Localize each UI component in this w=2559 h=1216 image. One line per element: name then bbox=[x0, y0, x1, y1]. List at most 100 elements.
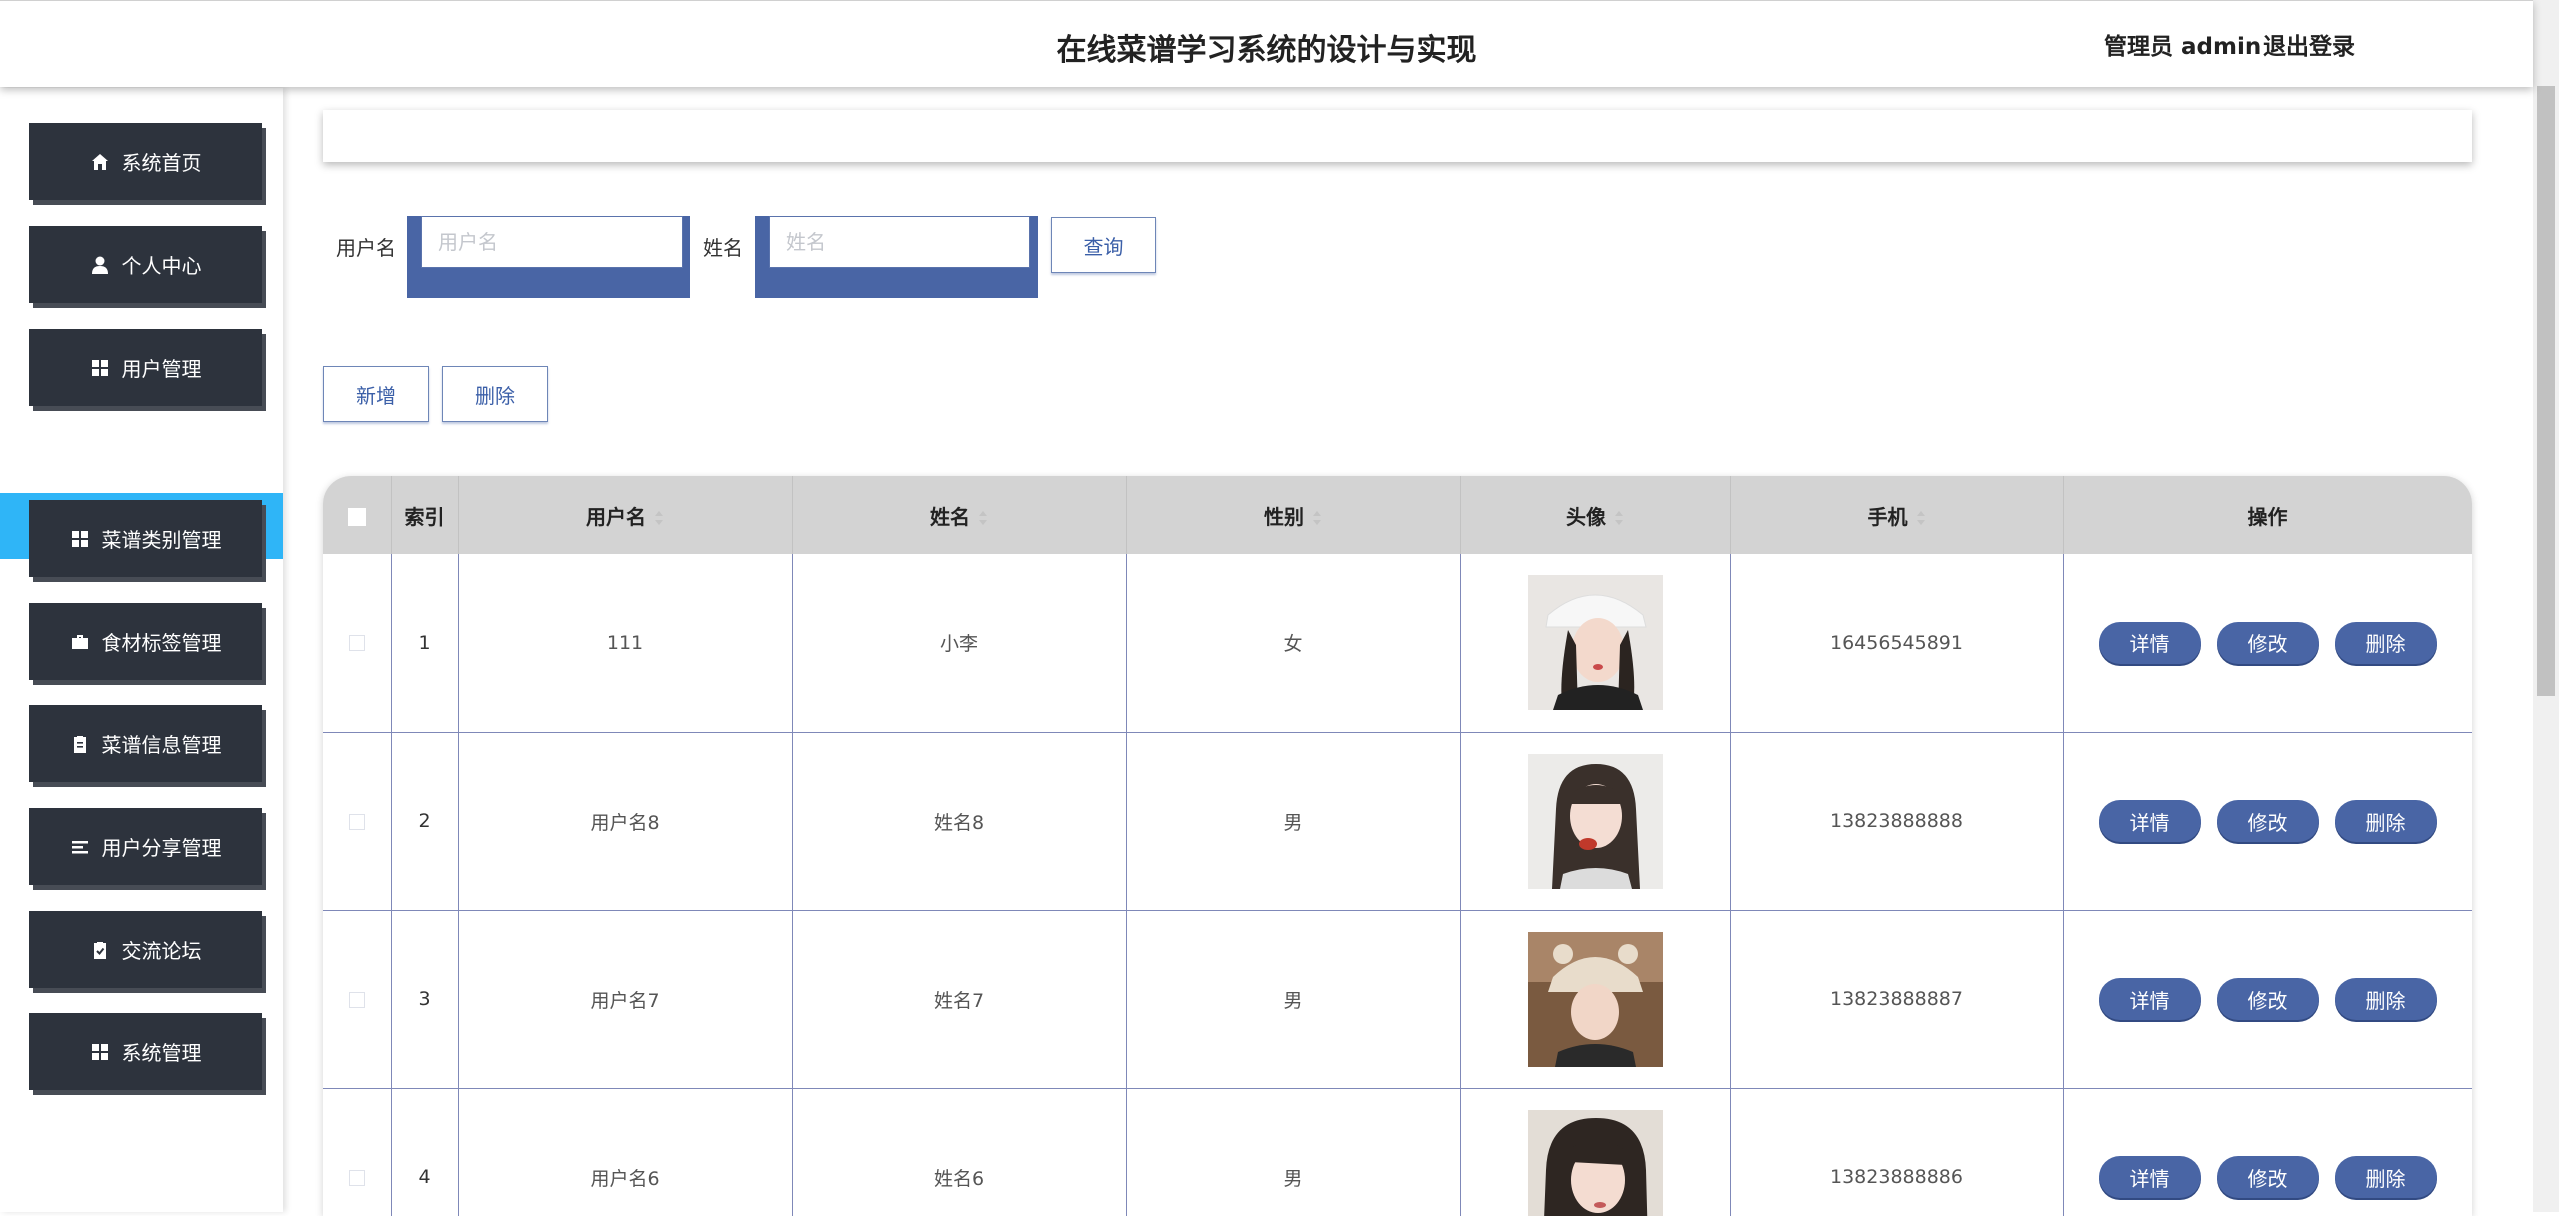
user-table: 索引 用户名 姓名 性别 头像 手机 操作 1 111 小李 女 1645654… bbox=[323, 476, 2472, 1216]
row-gender: 女 bbox=[1126, 554, 1460, 732]
select-all-cell bbox=[323, 476, 391, 554]
sidebar-item-recipe-info[interactable]: 菜谱信息管理 bbox=[29, 705, 262, 782]
logout-link[interactable]: 退出登录 bbox=[2263, 27, 2355, 61]
row-checkbox[interactable] bbox=[349, 992, 365, 1008]
column-header-label: 头像 bbox=[1566, 505, 1606, 529]
sidebar-item-forum[interactable]: 交流论坛 bbox=[29, 911, 262, 988]
column-header-gender[interactable]: 性别 bbox=[1126, 476, 1460, 554]
delete-button[interactable]: 删除 bbox=[2335, 622, 2437, 664]
user-info: 管理员 admin bbox=[2104, 27, 2261, 61]
row-phone: 13823888886 bbox=[1730, 1088, 2063, 1216]
table-header-row: 索引 用户名 姓名 性别 头像 手机 操作 bbox=[323, 476, 2472, 554]
user-icon bbox=[90, 255, 110, 275]
sidebar-item-user-management[interactable]: 用户管理 bbox=[29, 329, 262, 406]
avatar bbox=[1528, 1110, 1663, 1216]
username-label: 用户名 bbox=[336, 232, 396, 261]
detail-button[interactable]: 详情 bbox=[2099, 800, 2201, 842]
column-header-label: 性别 bbox=[1264, 505, 1304, 529]
detail-button[interactable]: 详情 bbox=[2099, 978, 2201, 1020]
name-search-box bbox=[755, 216, 1038, 298]
clipboard-icon bbox=[70, 734, 90, 754]
sidebar-item-label: 系统管理 bbox=[122, 1037, 202, 1066]
batch-delete-button[interactable]: 删除 bbox=[442, 366, 548, 422]
edit-button[interactable]: 修改 bbox=[2217, 800, 2319, 842]
sidebar-item-home[interactable]: 系统首页 bbox=[29, 123, 262, 200]
column-header-avatar[interactable]: 头像 bbox=[1460, 476, 1730, 554]
sidebar-item-label: 交流论坛 bbox=[122, 935, 202, 964]
row-username: 用户名8 bbox=[458, 732, 792, 910]
query-button[interactable]: 查询 bbox=[1051, 217, 1156, 273]
delete-button[interactable]: 删除 bbox=[2335, 978, 2437, 1020]
row-actions: 详情修改删除 bbox=[2063, 910, 2472, 1088]
sidebar-item-system[interactable]: 系统管理 bbox=[29, 1013, 262, 1090]
table-row: 3 用户名7 姓名7 男 13823888887 详情修改删除 bbox=[323, 910, 2472, 1088]
row-index: 3 bbox=[391, 910, 458, 1088]
edit-button[interactable]: 修改 bbox=[2217, 978, 2319, 1020]
username-input[interactable] bbox=[421, 216, 683, 268]
sidebar-item-label: 系统首页 bbox=[122, 147, 202, 176]
row-avatar-cell bbox=[1460, 554, 1730, 732]
clipboard-check-icon bbox=[90, 940, 110, 960]
sidebar-item-label: 用户分享管理 bbox=[102, 832, 222, 861]
sidebar: 系统首页 个人中心 用户管理 用户 菜谱类别管理 食材标签管理 菜谱信息管理 用… bbox=[0, 88, 283, 1212]
row-select-cell bbox=[323, 910, 391, 1088]
sidebar-item-user-share[interactable]: 用户分享管理 bbox=[29, 808, 262, 885]
sidebar-item-label: 菜谱信息管理 bbox=[102, 729, 222, 758]
add-button[interactable]: 新增 bbox=[323, 366, 429, 422]
sidebar-item-label: 个人中心 bbox=[122, 250, 202, 279]
username-search-box bbox=[407, 216, 690, 298]
page-scrollbar-thumb[interactable] bbox=[2537, 86, 2555, 696]
row-username: 111 bbox=[458, 554, 792, 732]
column-header-label: 姓名 bbox=[930, 505, 970, 529]
column-header-name[interactable]: 姓名 bbox=[792, 476, 1126, 554]
row-phone: 16456545891 bbox=[1730, 554, 2063, 732]
avatar bbox=[1528, 575, 1663, 710]
delete-button[interactable]: 删除 bbox=[2335, 800, 2437, 842]
name-input[interactable] bbox=[769, 216, 1030, 268]
delete-button[interactable]: 删除 bbox=[2335, 1156, 2437, 1198]
column-header-username[interactable]: 用户名 bbox=[458, 476, 792, 554]
row-name: 姓名6 bbox=[792, 1088, 1126, 1216]
sort-icon[interactable] bbox=[1312, 510, 1322, 526]
sidebar-item-label: 食材标签管理 bbox=[102, 627, 222, 656]
table-row: 4 用户名6 姓名6 男 13823888886 详情修改删除 bbox=[323, 1088, 2472, 1216]
briefcase-icon bbox=[70, 632, 90, 652]
row-phone: 13823888888 bbox=[1730, 732, 2063, 910]
row-checkbox[interactable] bbox=[349, 814, 365, 830]
detail-button[interactable]: 详情 bbox=[2099, 1156, 2201, 1198]
column-header-phone[interactable]: 手机 bbox=[1730, 476, 2063, 554]
detail-button[interactable]: 详情 bbox=[2099, 622, 2201, 664]
sort-icon[interactable] bbox=[1614, 510, 1624, 526]
row-avatar-cell bbox=[1460, 1088, 1730, 1216]
row-checkbox[interactable] bbox=[349, 635, 365, 651]
breadcrumb bbox=[323, 110, 2472, 162]
edit-button[interactable]: 修改 bbox=[2217, 622, 2319, 664]
grid-icon bbox=[70, 529, 90, 549]
home-icon bbox=[90, 152, 110, 172]
sidebar-item-label: 用户管理 bbox=[122, 353, 202, 382]
row-avatar-cell bbox=[1460, 732, 1730, 910]
row-username: 用户名6 bbox=[458, 1088, 792, 1216]
select-all-checkbox[interactable] bbox=[348, 508, 366, 526]
row-phone: 13823888887 bbox=[1730, 910, 2063, 1088]
column-header-index: 索引 bbox=[391, 476, 458, 554]
table-row: 1 111 小李 女 16456545891 详情修改删除 bbox=[323, 554, 2472, 732]
row-index: 4 bbox=[391, 1088, 458, 1216]
row-gender: 男 bbox=[1126, 732, 1460, 910]
row-gender: 男 bbox=[1126, 1088, 1460, 1216]
sidebar-item-ingredient-tags[interactable]: 食材标签管理 bbox=[29, 603, 262, 680]
sidebar-item-profile[interactable]: 个人中心 bbox=[29, 226, 262, 303]
sort-icon[interactable] bbox=[654, 510, 664, 526]
row-gender: 男 bbox=[1126, 910, 1460, 1088]
edit-button[interactable]: 修改 bbox=[2217, 1156, 2319, 1198]
row-index: 1 bbox=[391, 554, 458, 732]
row-checkbox[interactable] bbox=[349, 1170, 365, 1186]
row-name: 姓名8 bbox=[792, 732, 1126, 910]
grid-icon bbox=[90, 358, 110, 378]
row-select-cell bbox=[323, 554, 391, 732]
sort-icon[interactable] bbox=[978, 510, 988, 526]
column-header-label: 用户名 bbox=[586, 505, 646, 529]
sidebar-item-recipe-category[interactable]: 菜谱类别管理 bbox=[29, 500, 262, 577]
table-row: 2 用户名8 姓名8 男 13823888888 详情修改删除 bbox=[323, 732, 2472, 910]
sort-icon[interactable] bbox=[1916, 510, 1926, 526]
